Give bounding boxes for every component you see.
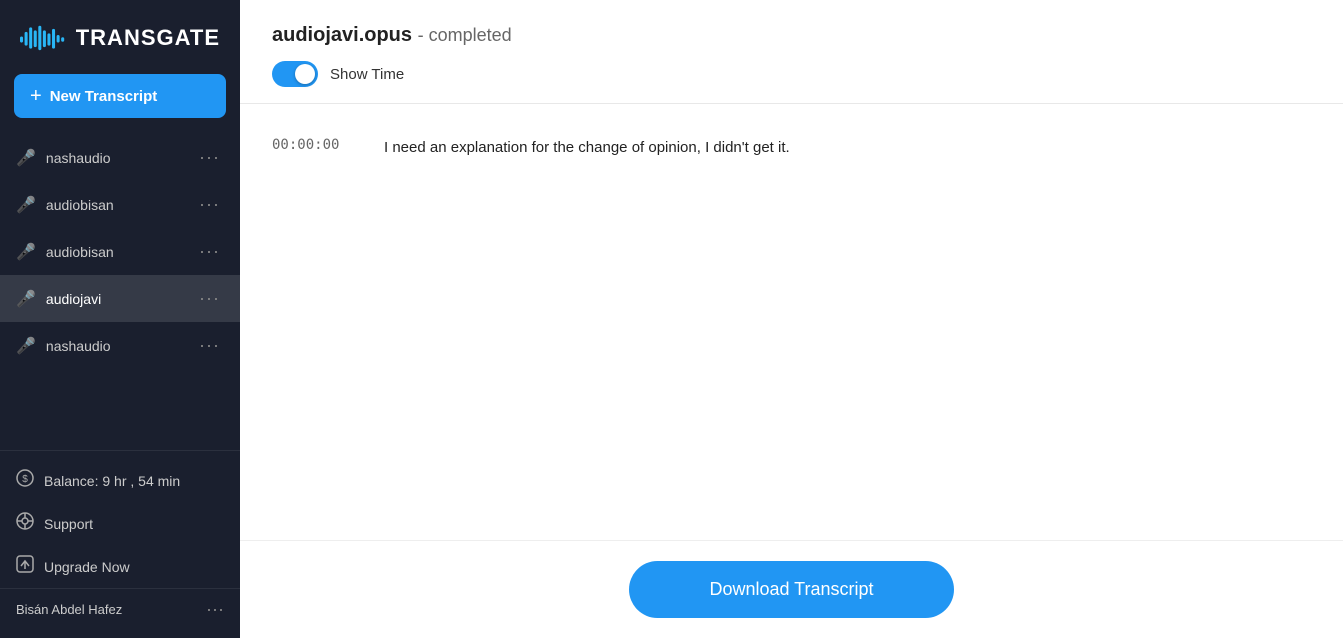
sidebar-bottom: $ Balance: 9 hr , 54 min Support — [0, 450, 240, 638]
upgrade-icon — [16, 555, 34, 578]
sidebar: TRANSGATE + New Transcript 🎤 nashaudio ·… — [0, 0, 240, 638]
timestamp: 00:00:00 — [272, 136, 352, 153]
transcript-line: 00:00:00 I need an explanation for the c… — [272, 128, 1311, 168]
upgrade-label: Upgrade Now — [44, 559, 130, 575]
sidebar-item-nashaudio-1[interactable]: 🎤 nashaudio ··· — [0, 134, 240, 181]
sidebar-item-label: nashaudio — [46, 338, 185, 354]
mic-icon: 🎤 — [16, 148, 36, 168]
user-label: Bisán Abdel Hafez — [16, 602, 196, 617]
transcript-text: I need an explanation for the change of … — [384, 136, 790, 160]
sidebar-item-audiobisan-1[interactable]: 🎤 audiobisan ··· — [0, 181, 240, 228]
logo-text: TRANSGATE — [76, 25, 220, 51]
sidebar-item-nashaudio-2[interactable]: 🎤 nashaudio ··· — [0, 322, 240, 369]
support-icon — [16, 512, 34, 535]
mic-icon: 🎤 — [16, 289, 36, 309]
balance-item: $ Balance: 9 hr , 54 min — [0, 459, 240, 502]
sidebar-item-audiobisan-2[interactable]: 🎤 audiobisan ··· — [0, 228, 240, 275]
svg-text:$: $ — [22, 474, 28, 485]
upgrade-item[interactable]: Upgrade Now — [0, 545, 240, 588]
logo-wave-icon — [20, 18, 66, 58]
file-name: audiojavi.opus — [272, 24, 412, 46]
file-status: - completed — [418, 25, 512, 45]
main-header: audiojavi.opus - completed Show Time — [240, 0, 1343, 104]
toggle-row: Show Time — [272, 61, 1311, 87]
more-menu-button[interactable]: ··· — [195, 286, 224, 311]
transcript-body: 00:00:00 I need an explanation for the c… — [240, 104, 1343, 540]
balance-icon: $ — [16, 469, 34, 492]
mic-icon: 🎤 — [16, 336, 36, 356]
mic-icon: 🎤 — [16, 195, 36, 215]
new-transcript-button[interactable]: + New Transcript — [14, 74, 226, 118]
sidebar-list: 🎤 nashaudio ··· 🎤 audiobisan ··· 🎤 audio… — [0, 130, 240, 450]
sidebar-item-label: nashaudio — [46, 150, 185, 166]
more-menu-button[interactable]: ··· — [195, 145, 224, 170]
more-menu-button[interactable]: ··· — [195, 239, 224, 264]
more-menu-button[interactable]: ··· — [195, 192, 224, 217]
plus-icon: + — [30, 86, 42, 106]
sidebar-item-label: audiobisan — [46, 197, 185, 213]
logo-area: TRANSGATE — [0, 0, 240, 74]
main-content: audiojavi.opus - completed Show Time 00:… — [240, 0, 1343, 638]
mic-icon: 🎤 — [16, 242, 36, 262]
toggle-thumb — [295, 64, 315, 84]
sidebar-item-label: audiojavi — [46, 291, 185, 307]
show-time-label: Show Time — [330, 66, 404, 83]
sidebar-item-label: audiobisan — [46, 244, 185, 260]
user-more-button[interactable]: ··· — [206, 599, 224, 620]
balance-label: Balance: 9 hr , 54 min — [44, 473, 180, 489]
user-row[interactable]: Bisán Abdel Hafez ··· — [0, 588, 240, 630]
download-transcript-button[interactable]: Download Transcript — [629, 561, 953, 618]
more-menu-button[interactable]: ··· — [195, 333, 224, 358]
support-label: Support — [44, 516, 93, 532]
toggle-track — [272, 61, 318, 87]
download-btn-container: Download Transcript — [240, 540, 1343, 638]
show-time-toggle[interactable] — [272, 61, 318, 87]
sidebar-item-audiojavi[interactable]: 🎤 audiojavi ··· — [0, 275, 240, 322]
new-transcript-label: New Transcript — [50, 88, 158, 105]
support-item[interactable]: Support — [0, 502, 240, 545]
file-title: audiojavi.opus - completed — [272, 24, 1311, 47]
